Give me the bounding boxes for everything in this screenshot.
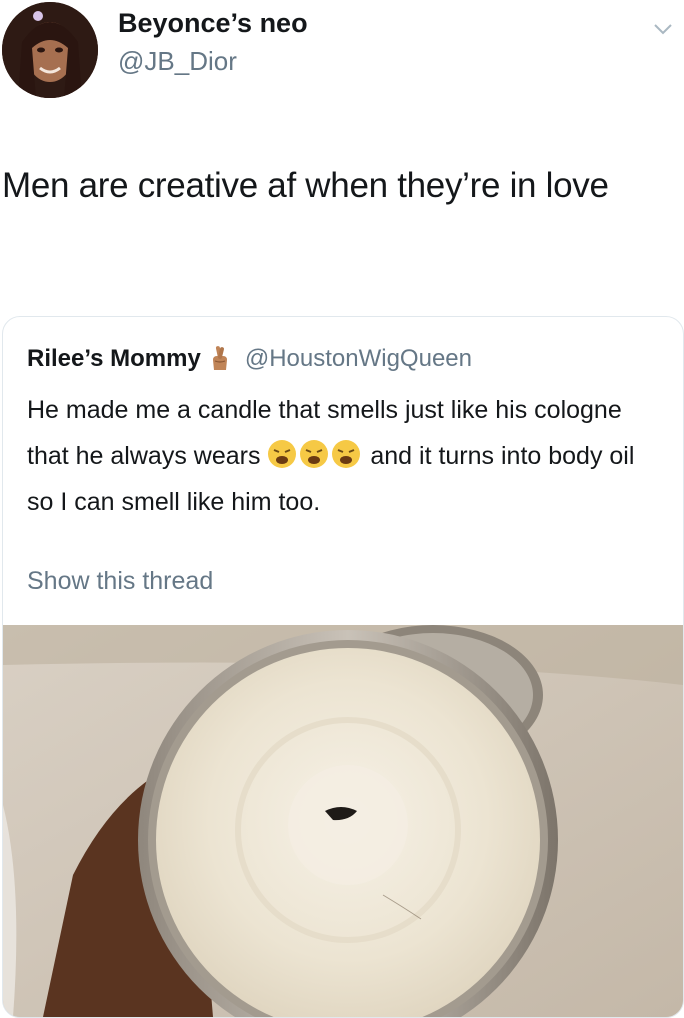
chevron-down-icon[interactable] bbox=[652, 18, 674, 40]
author-handle[interactable]: @JB_Dior bbox=[118, 46, 237, 77]
weary-face-emoji-icon bbox=[268, 440, 297, 468]
quoted-tweet-text: He made me a candle that smells just lik… bbox=[27, 387, 667, 525]
crossed-fingers-emoji-icon bbox=[212, 346, 227, 370]
author-display-name[interactable]: Beyonce’s neo bbox=[118, 8, 308, 39]
tweet-header: Beyonce’s neo @JB_Dior bbox=[0, 0, 684, 110]
quoted-author-handle[interactable]: @HoustonWigQueen bbox=[245, 345, 472, 373]
quoted-tweet-card[interactable]: Rilee’s Mommy @HoustonWigQueen He made m… bbox=[2, 316, 684, 1018]
avatar[interactable] bbox=[2, 2, 98, 98]
weary-face-emoji-icon bbox=[332, 440, 361, 468]
weary-face-emoji-icon bbox=[300, 440, 329, 468]
quoted-author-display-name[interactable]: Rilee’s Mommy bbox=[27, 345, 201, 373]
tweet-text: Men are creative af when they’re in love bbox=[2, 166, 609, 205]
quoted-tweet-header: Rilee’s Mommy @HoustonWigQueen bbox=[27, 341, 472, 377]
candle-photo[interactable] bbox=[3, 625, 683, 1017]
show-thread-link[interactable]: Show this thread bbox=[27, 567, 213, 596]
